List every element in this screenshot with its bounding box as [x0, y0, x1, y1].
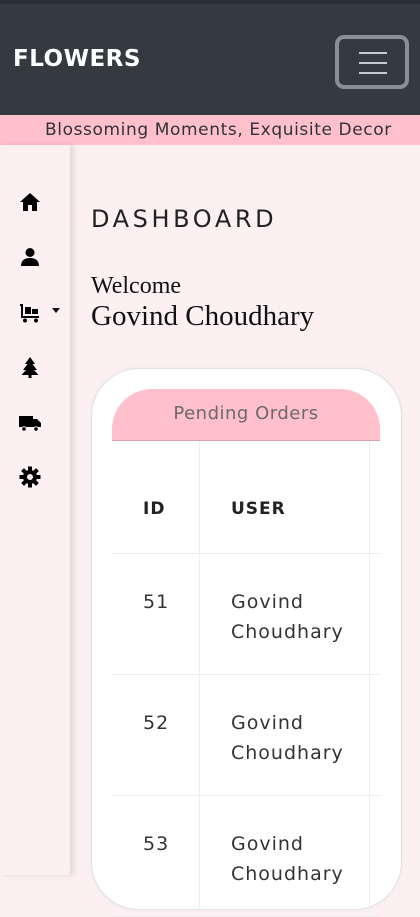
- sidebar-item-cart-dropdown[interactable]: [18, 300, 42, 324]
- top-navbar: FLOWERS: [0, 0, 420, 115]
- sidebar: [0, 145, 71, 875]
- brand-logo-text[interactable]: FLOWERS: [13, 46, 141, 72]
- sidebar-item-delivery[interactable]: [18, 410, 42, 434]
- sidebar-item-settings[interactable]: [18, 465, 42, 489]
- tree-icon: [21, 357, 39, 378]
- column-header-user-label: USER: [231, 499, 286, 519]
- marquee-text: Blossoming Moments, Exquisite Decor: [45, 120, 392, 140]
- user-icon: [21, 248, 39, 266]
- user-name: Govind Choudhary: [91, 300, 315, 332]
- column-header-user: USER: [200, 441, 370, 553]
- table-row[interactable]: 52 Govind Choudhary: [112, 675, 380, 796]
- column-header-id: ID: [112, 441, 200, 553]
- order-id-cell: 51: [112, 554, 200, 674]
- order-user: Govind Choudhary: [231, 833, 344, 885]
- navbar-toggle-button[interactable]: [335, 35, 409, 89]
- home-icon: [20, 193, 40, 211]
- table-row[interactable]: 51 Govind Choudhary: [112, 554, 380, 675]
- pending-orders-table: ID USER 51 Govind Choudhary 52 Govind Ch…: [112, 441, 380, 917]
- delivery-truck-icon: [19, 416, 41, 432]
- order-user: Govind Choudhary: [231, 712, 344, 764]
- cart-dropdown-icon: [20, 304, 39, 323]
- gear-icon: [19, 466, 41, 488]
- announcement-marquee: Blossoming Moments, Exquisite Decor: [0, 115, 420, 145]
- chevron-down-icon: [52, 308, 60, 313]
- order-id: 52: [143, 712, 170, 734]
- page-title: DASHBOARD: [91, 205, 278, 233]
- sidebar-item-profile[interactable]: [18, 245, 42, 269]
- order-id: 53: [143, 833, 170, 855]
- sidebar-item-plants[interactable]: [18, 355, 42, 379]
- order-user-cell: Govind Choudhary: [200, 796, 370, 916]
- hamburger-menu-icon: [359, 52, 387, 82]
- order-id-cell: 52: [112, 675, 200, 795]
- welcome-text: Welcome: [91, 273, 182, 299]
- order-id-cell: 53: [112, 796, 200, 916]
- pending-orders-title: Pending Orders: [112, 389, 380, 441]
- table-row[interactable]: 53 Govind Choudhary: [112, 796, 380, 917]
- pending-orders-card: Pending Orders ID USER 51 Govind Choudha…: [91, 368, 402, 917]
- column-header-id-label: ID: [143, 499, 166, 519]
- sidebar-item-home[interactable]: [18, 190, 42, 214]
- table-header-row: ID USER: [112, 441, 380, 554]
- order-id: 51: [143, 591, 170, 613]
- order-user-cell: Govind Choudhary: [200, 554, 370, 674]
- order-user-cell: Govind Choudhary: [200, 675, 370, 795]
- order-user: Govind Choudhary: [231, 591, 344, 643]
